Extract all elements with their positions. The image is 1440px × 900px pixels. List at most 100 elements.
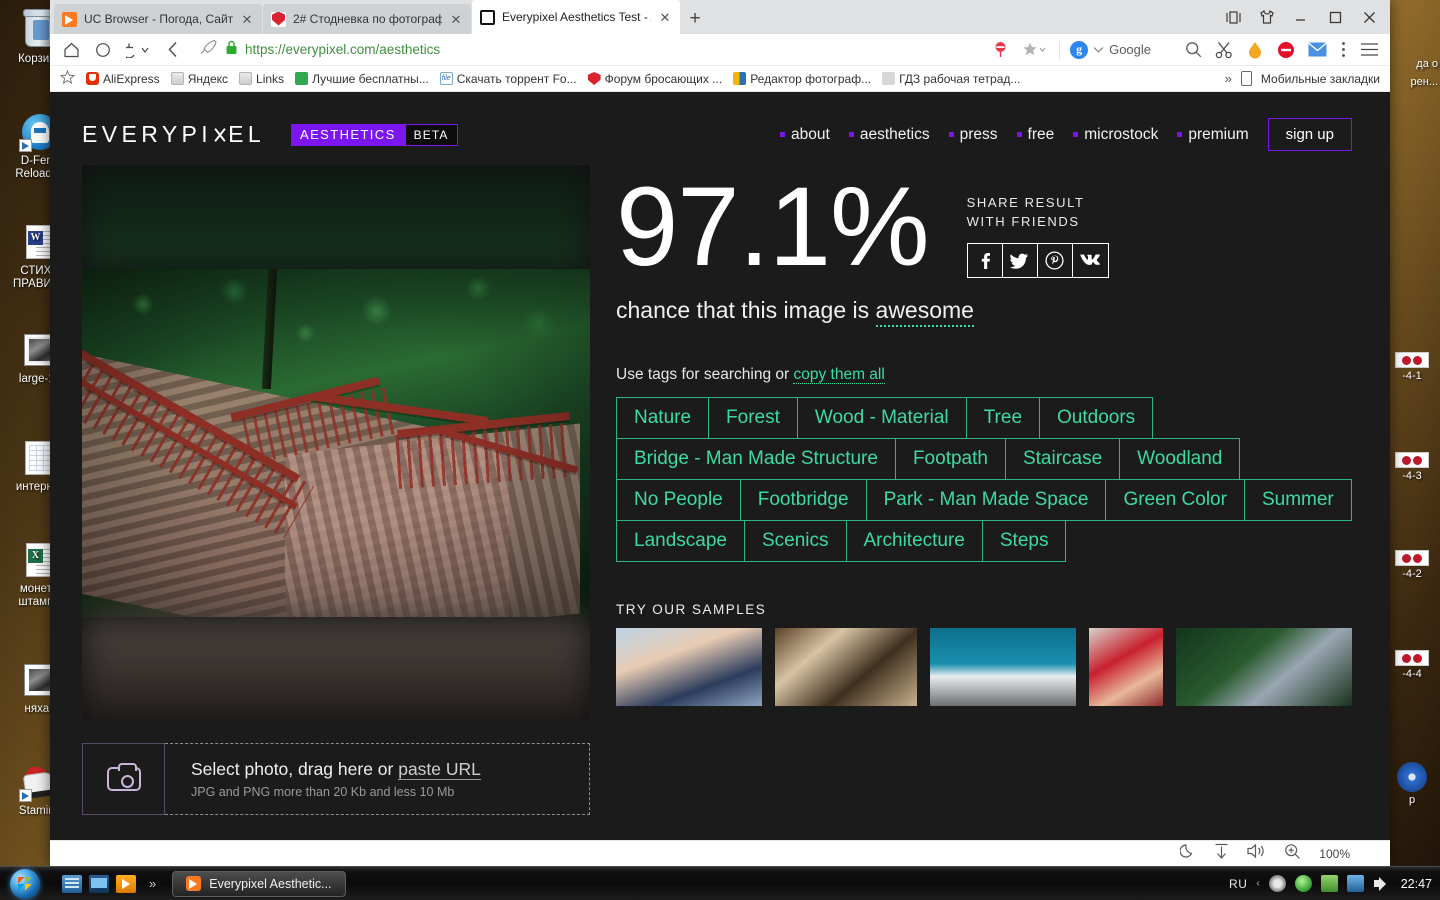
- download-icon[interactable]: [1214, 843, 1229, 865]
- maximize-icon[interactable]: [1318, 4, 1352, 30]
- tab-close-icon[interactable]: ✕: [240, 13, 254, 26]
- new-tab-button[interactable]: +: [681, 4, 709, 34]
- start-button[interactable]: [2, 868, 48, 900]
- sample-thumbnail-business-team[interactable]: [616, 628, 762, 706]
- tag-item[interactable]: Outdoors: [1039, 397, 1153, 439]
- display-icon[interactable]: [89, 875, 109, 893]
- shield-ok-icon[interactable]: [1295, 875, 1312, 892]
- pinterest-icon[interactable]: [1038, 244, 1073, 277]
- tag-item[interactable]: Summer: [1244, 479, 1352, 521]
- moon-icon[interactable]: [1180, 843, 1196, 864]
- bookmark-aliexpress[interactable]: AliExpress: [86, 72, 160, 86]
- close-icon[interactable]: [1352, 4, 1386, 30]
- bookmark-luchshie[interactable]: Лучшие бесплатны...: [295, 72, 429, 86]
- sample-thumbnail-winter-couple[interactable]: [1089, 628, 1163, 706]
- bookmark-forum[interactable]: Форум бросающих ...: [588, 72, 723, 86]
- tag-item[interactable]: Landscape: [616, 520, 745, 562]
- split-view-icon[interactable]: [1216, 4, 1250, 30]
- tag-item[interactable]: Park - Man Made Space: [866, 479, 1107, 521]
- tab-close-icon[interactable]: ✕: [658, 11, 672, 24]
- tag-item[interactable]: Architecture: [846, 520, 983, 562]
- sample-thumbnail-office-desk[interactable]: [775, 628, 917, 706]
- tag-item[interactable]: Steps: [982, 520, 1067, 562]
- tag-item[interactable]: Forest: [708, 397, 798, 439]
- bookmark-torrent[interactable]: fileСкачать торрент Fo...: [440, 72, 577, 86]
- tag-item[interactable]: Woodland: [1119, 438, 1240, 480]
- nav-item-premium[interactable]: premium: [1177, 126, 1248, 144]
- drop-icon[interactable]: [1244, 39, 1266, 61]
- bookmark-gdz[interactable]: ГДЗ рабочая тетрад...: [882, 72, 1020, 86]
- tag-item[interactable]: Green Color: [1105, 479, 1245, 521]
- dropzone-text-area[interactable]: Select photo, drag here or paste URL JPG…: [165, 743, 590, 815]
- tag-item[interactable]: No People: [616, 479, 741, 521]
- everypixel-logo[interactable]: EVERYPIEL: [82, 121, 265, 148]
- nav-item-aesthetics[interactable]: aesthetics: [849, 126, 930, 144]
- tag-item[interactable]: Nature: [616, 397, 709, 439]
- mobile-bookmarks-label[interactable]: Мобильные закладки: [1261, 72, 1380, 86]
- sample-thumbnail-mountain-sky[interactable]: [930, 628, 1076, 706]
- copy-all-tags-link[interactable]: copy them all: [793, 366, 884, 384]
- adblock-icon[interactable]: [989, 39, 1011, 61]
- bookmark-links[interactable]: Links: [239, 72, 284, 86]
- bookmarks-overflow-icon[interactable]: »: [1225, 71, 1232, 86]
- home-icon[interactable]: [60, 39, 82, 61]
- history-dropdown-icon[interactable]: [124, 39, 152, 61]
- tab-stodnevka[interactable]: 2# Стодневка по фотографи ✕: [263, 4, 471, 34]
- tray-expand-icon[interactable]: ‹: [1256, 878, 1259, 889]
- minimize-icon[interactable]: [1284, 4, 1318, 30]
- nav-item-free[interactable]: free: [1017, 126, 1055, 144]
- photo-dropzone[interactable]: Select photo, drag here or paste URL JPG…: [82, 743, 590, 815]
- nav-item-microstock[interactable]: microstock: [1073, 126, 1158, 144]
- tag-item[interactable]: Footpath: [895, 438, 1006, 480]
- search-icon[interactable]: [1182, 39, 1204, 61]
- bookmark-yandex[interactable]: Яндекс: [171, 72, 228, 86]
- tag-item[interactable]: Wood - Material: [797, 397, 967, 439]
- select-photo-button[interactable]: [82, 743, 165, 815]
- quick-launch-overflow-icon[interactable]: »: [149, 876, 156, 891]
- more-vertical-icon[interactable]: [1337, 39, 1349, 61]
- desktop-icon-right-3[interactable]: -4-2: [1384, 550, 1440, 581]
- vk-icon[interactable]: [1073, 244, 1108, 277]
- tag-item[interactable]: Tree: [966, 397, 1040, 439]
- media-player-icon[interactable]: [116, 875, 136, 893]
- desktop-icon-right-1[interactable]: -4-1: [1384, 352, 1440, 383]
- nav-item-press[interactable]: press: [949, 126, 998, 144]
- desktop-icon-right-4[interactable]: -4-4: [1384, 650, 1440, 681]
- tag-item[interactable]: Scenics: [744, 520, 847, 562]
- back-icon[interactable]: [162, 39, 184, 61]
- sound-icon[interactable]: [1247, 843, 1266, 864]
- tab-close-icon[interactable]: ✕: [449, 13, 463, 26]
- bookmark-redactor[interactable]: Редактор фотограф...: [733, 72, 871, 86]
- network-icon[interactable]: [1347, 875, 1364, 892]
- language-indicator[interactable]: RU: [1229, 877, 1247, 891]
- desktop-icon-right-2[interactable]: -4-3: [1384, 452, 1440, 483]
- show-desktop-icon[interactable]: [62, 875, 82, 893]
- zoom-level-label[interactable]: 100%: [1319, 847, 1350, 861]
- skin-icon[interactable]: [1250, 4, 1284, 30]
- reload-icon[interactable]: [92, 39, 114, 61]
- facebook-icon[interactable]: [968, 244, 1003, 277]
- bookmark-star-icon[interactable]: [60, 70, 75, 87]
- tag-item[interactable]: Bridge - Man Made Structure: [616, 438, 896, 480]
- tab-everypixel[interactable]: Everypixel Aesthetics Test - As ✕: [472, 0, 680, 34]
- paste-url-link[interactable]: paste URL: [398, 759, 481, 780]
- star-icon[interactable]: [1020, 39, 1050, 61]
- shield-round-icon[interactable]: [1275, 39, 1297, 61]
- tag-item[interactable]: Footbridge: [740, 479, 867, 521]
- taskbar-window-button[interactable]: Everypixel Aesthetic...: [172, 871, 345, 897]
- clock[interactable]: 22:47: [1401, 877, 1432, 891]
- url-text[interactable]: https://everypixel.com/aesthetics: [245, 42, 440, 57]
- battery-icon[interactable]: [1321, 875, 1338, 892]
- volume-icon[interactable]: [1373, 875, 1390, 892]
- sign-up-button[interactable]: sign up: [1268, 118, 1352, 151]
- scissors-icon[interactable]: [1213, 39, 1235, 61]
- mail-icon[interactable]: [1306, 39, 1328, 61]
- antivirus-icon[interactable]: [1269, 875, 1286, 892]
- address-bar[interactable]: https://everypixel.com/aesthetics: [194, 38, 979, 62]
- tab-uc-browser[interactable]: UC Browser - Погода, Сайт, Н ✕: [54, 4, 262, 34]
- zoom-in-icon[interactable]: [1284, 843, 1301, 865]
- desktop-icon-right-5[interactable]: p: [1384, 762, 1440, 807]
- sample-thumbnail-couple-forest[interactable]: [1176, 628, 1352, 706]
- tag-item[interactable]: Staircase: [1005, 438, 1120, 480]
- menu-icon[interactable]: [1358, 39, 1380, 61]
